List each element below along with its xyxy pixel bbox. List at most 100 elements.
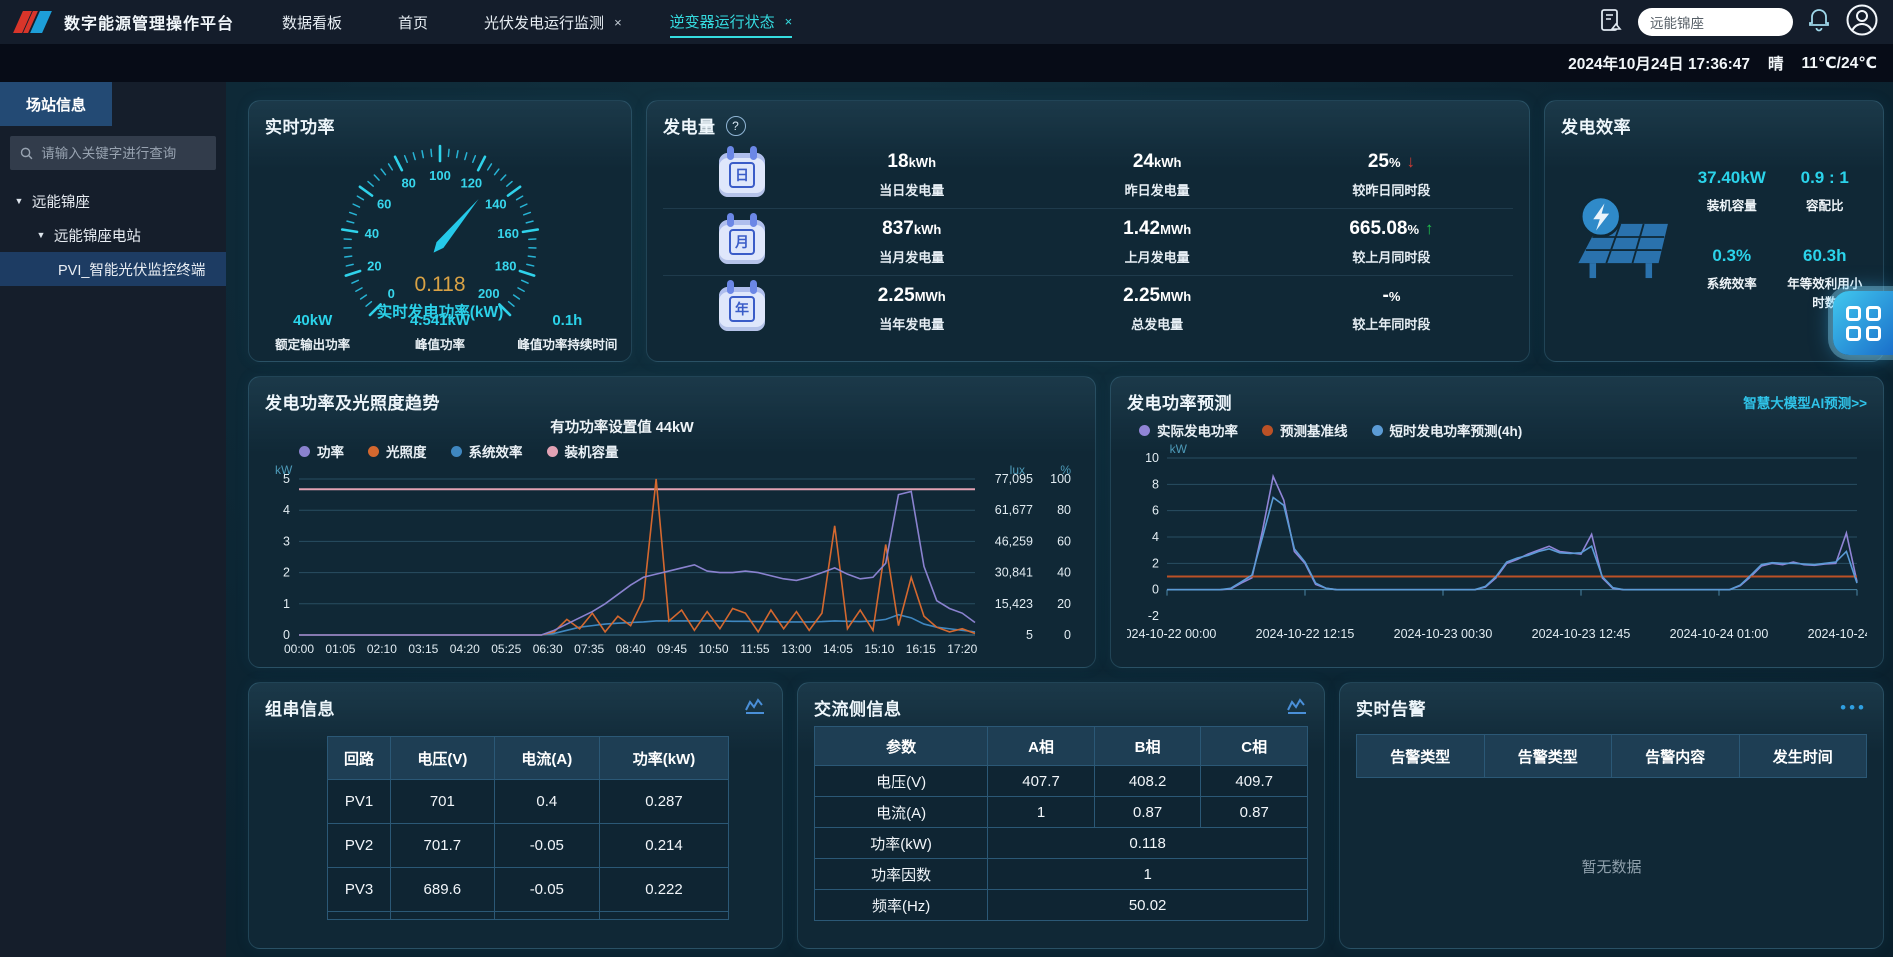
tab-close-icon[interactable]: × [785,14,793,29]
table-cell: -0.05 [494,824,599,868]
table-header-cell: 功率(kW) [599,737,728,780]
stat-label: 峰值功率 [376,334,503,353]
expand-arrow-icon[interactable]: ▼ [14,196,23,206]
table-header-cell: C相 [1201,727,1308,766]
panel-title: 组串信息 [265,695,335,720]
panel-power-irradiance-trend: 发电功率及光照度趋势 有功功率设置值 44kW 功率光照度系统效率装机容量 05… [248,376,1096,668]
generation-metric: 2.25MWh当年发电量 [789,285,1034,333]
tree-item[interactable]: ▼远能锦座电站 [0,218,226,252]
svg-text:06:30: 06:30 [533,642,563,656]
gauge-tick-label: 180 [495,258,517,273]
app-title: 数字能源管理操作平台 [64,10,234,34]
avatar-icon[interactable] [1845,3,1879,42]
data-table: 参数A相B相C相电压(V)407.7408.2409.7电流(A)10.870.… [814,726,1308,921]
panel-ac-side-info: 交流侧信息 参数A相B相C相电压(V)407.7408.2409.7电流(A)1… [797,682,1325,949]
table-header-cell: 告警内容 [1612,735,1740,778]
legend-item[interactable]: 预测基准线 [1262,420,1348,440]
help-icon[interactable]: ? [726,116,746,136]
legend-item[interactable]: 实际发电功率 [1139,420,1238,440]
legend-dot [1262,425,1273,436]
expand-arrow-icon[interactable]: ▼ [36,230,45,240]
table-header-cell: 告警类型 [1357,735,1485,778]
panel-realtime-alarms: 实时告警 ••• 告警类型告警类型告警内容发生时间 暂无数据 [1339,682,1884,949]
table-cell [328,912,391,920]
more-options-icon[interactable]: ••• [1840,698,1867,718]
metric-number: 24 [1133,151,1154,172]
datetime-text: 2024年10月24日 17:36:47 [1568,52,1750,74]
svg-text:0: 0 [283,628,290,642]
station-search-input[interactable] [1650,15,1781,30]
app-launcher-button[interactable] [1833,291,1893,355]
report-icon[interactable] [1598,7,1624,38]
metric-value: 18kWh [789,151,1034,173]
status-bar: 2024年10月24日 17:36:47 晴 11℃/24℃ [0,44,1893,82]
metric-number: 2.25 [878,285,915,306]
generation-row: 年2.25MWh当年发电量2.25MWh总发电量-%较上年同时段 [663,275,1513,342]
legend-item[interactable]: 系统效率 [451,441,523,461]
svg-text:17:20: 17:20 [947,642,977,656]
metric-label: 较上月同时段 [1280,247,1503,266]
svg-text:05:25: 05:25 [491,642,521,656]
gauge-tick-label: 100 [429,168,451,183]
table-row: 功率(kW)0.118 [815,828,1308,859]
trend-up-icon: ↑ [1425,219,1434,238]
stat-label: 系统效率 [1681,273,1782,292]
tab-2[interactable]: 逆变器运行状态× [670,7,793,38]
tab-station-info[interactable]: 场站信息 [0,82,112,126]
table-row: PV17010.40.287 [328,780,729,824]
tree-item[interactable]: PVI_智能光伏监控终端 [0,252,226,286]
temperature-text: 11℃/24℃ [1802,54,1877,73]
svg-text:0: 0 [1152,583,1159,597]
stat-value: 37.40kW [1681,168,1782,188]
metric-value: 837kWh [789,218,1034,240]
svg-text:1: 1 [283,597,290,611]
nav-data-board[interactable]: 数据看板 [282,12,342,33]
sidebar-search[interactable] [10,136,216,170]
table-cell: 0.87 [1201,797,1308,828]
station-search[interactable] [1638,8,1793,36]
metric-value: 2.25MWh [789,285,1034,307]
tree-item[interactable]: ▼ 远能锦座 [0,184,226,218]
bell-icon[interactable] [1807,7,1831,38]
metric-label: 当月发电量 [789,247,1034,266]
svg-text:80: 80 [1057,503,1071,517]
stat-label: 容配比 [1782,195,1867,214]
ai-forecast-link[interactable]: 智慧大模型AI预测>> [1743,392,1867,412]
gauge-tick-label: 20 [367,258,381,273]
stat-value: 0.1h [504,312,631,329]
table-row: 功率因数1 [815,859,1308,890]
metric-value: 1.42MWh [1034,218,1279,240]
tab-close-icon[interactable]: × [614,15,622,30]
svg-text:0: 0 [1064,628,1071,642]
panel-title: 发电功率预测 [1127,389,1232,414]
tab-1[interactable]: 光伏发电运行监测 × [484,8,622,37]
metric-label: 昨日发电量 [1034,180,1279,199]
metric-unit: MWh [1160,222,1191,237]
svg-text:3: 3 [283,534,290,548]
nav-home[interactable]: 首页 [398,12,428,33]
metric-value: 2.25MWh [1034,285,1279,307]
legend-item[interactable]: 光照度 [368,441,427,461]
table-cell: 409.7 [1201,766,1308,797]
legend-item[interactable]: 短时发电功率预测(4h) [1372,420,1523,440]
svg-text:14:05: 14:05 [823,642,853,656]
gauge-tick-label: 160 [497,226,519,241]
table-header-cell: B相 [1094,727,1201,766]
metric-unit: % [1407,222,1419,237]
legend-item[interactable]: 装机容量 [547,441,619,461]
tab-label: 光伏发电运行监测 [484,12,604,33]
table-header-row: 回路电压(V)电流(A)功率(kW) [328,737,729,780]
tree-label: 远能锦座 [32,191,90,212]
panel-generation: 发电量 ? 日18kWh当日发电量24kWh昨日发电量25%↓较昨日同时段月83… [646,100,1530,362]
svg-text:16:15: 16:15 [906,642,936,656]
stat-value: 4.541kW [376,312,503,329]
line-chart-icon[interactable] [1286,696,1308,720]
calendar-period: 日 [729,162,755,188]
sidebar-search-input[interactable] [41,146,206,161]
panel-realtime-power: 实时功率 0204060801001201401601802000.118实时发… [248,100,632,362]
stat-value: 60.3h [1782,246,1867,266]
metric-unit: MWh [1160,289,1191,304]
table-header-cell: 发生时间 [1739,735,1867,778]
line-chart-icon[interactable] [744,696,766,720]
legend-item[interactable]: 功率 [299,441,344,461]
